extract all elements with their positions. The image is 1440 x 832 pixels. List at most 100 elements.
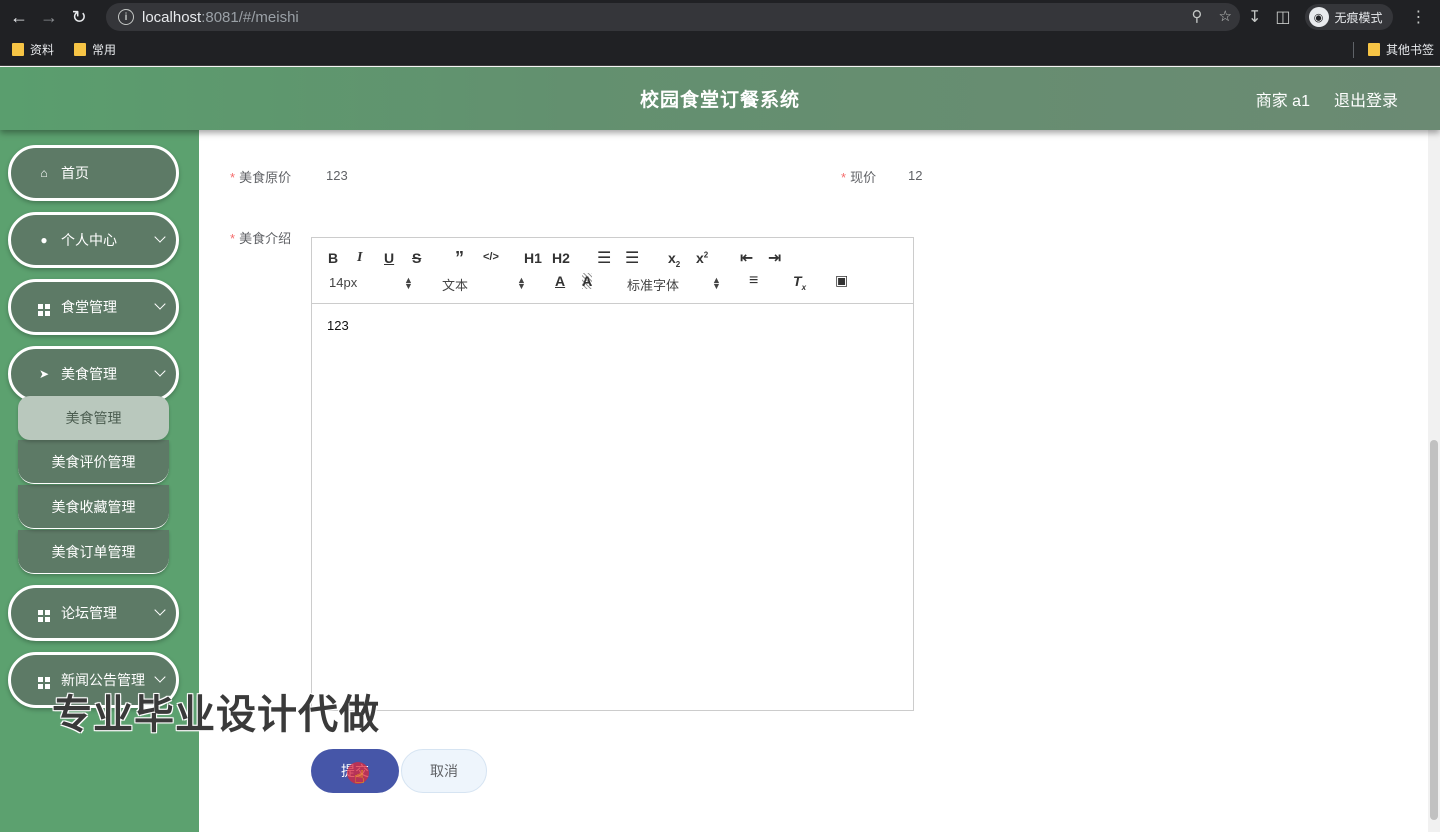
key-icon[interactable]: ⚲ <box>1192 7 1203 25</box>
download-icon[interactable]: ↧ <box>1248 7 1261 27</box>
current-price-label: * 现价 <box>841 167 876 186</box>
chevron-down-icon <box>154 671 166 683</box>
chevron-down-icon <box>154 365 166 377</box>
address-bar[interactable]: i localhost:8081/#/meishi ⚲ ☆ <box>106 3 1240 31</box>
send-icon: ➤ <box>38 367 50 381</box>
submenu-item-food-reviews[interactable]: 美食评价管理 <box>18 440 169 484</box>
bookmark-label: 资料 <box>30 43 55 57</box>
bookmark-label: 常用 <box>92 43 117 57</box>
submenu-label: 美食收藏管理 <box>51 498 136 515</box>
side-panel-icon[interactable]: ◫ <box>1275 7 1290 27</box>
user-icon: ● <box>40 233 48 247</box>
subscript-icon[interactable]: x2 <box>668 250 680 269</box>
underline-icon[interactable]: U <box>384 250 394 266</box>
grid-icon <box>37 604 51 622</box>
font-color-icon[interactable]: A <box>555 273 565 289</box>
logout-link[interactable]: 退出登录 <box>1334 87 1398 111</box>
bookmark-folder-ziliao[interactable]: 资料 <box>12 41 54 58</box>
cancel-label: 取消 <box>430 763 458 779</box>
sidebar-item-home[interactable]: ⌂ 首页 <box>8 145 179 201</box>
original-price-value: 123 <box>326 168 348 183</box>
sidebar-item-label: 首页 <box>61 165 89 181</box>
page-scrollbar[interactable] <box>1428 130 1440 832</box>
url-host: localhost <box>142 8 202 26</box>
incognito-badge[interactable]: ◉ 无痕模式 <box>1304 4 1393 30</box>
submenu-label: 美食评价管理 <box>51 453 136 470</box>
editor-toolbar: B I U S ” </> H1 H2 ☰ ☰ x2 x2 ⇤ ⇥ 14px ▲… <box>312 238 913 304</box>
outdent-icon[interactable]: ⇤ <box>740 248 753 268</box>
required-mark: * <box>230 170 236 185</box>
required-mark: * <box>841 170 847 185</box>
select-arrows-icon: ▲ ▼ <box>712 275 721 291</box>
app-title: 校园食堂订餐系统 <box>639 90 800 111</box>
image-icon[interactable]: ▣ <box>835 272 848 289</box>
submenu-label: 美食订单管理 <box>51 543 136 560</box>
select-arrows-icon: ▲ ▼ <box>517 275 526 291</box>
strikethrough-icon[interactable]: S <box>412 250 421 266</box>
clear-format-icon[interactable]: Tx <box>793 273 806 292</box>
align-icon[interactable]: ≡ <box>749 272 758 290</box>
cancel-button[interactable]: 取消 <box>401 749 487 793</box>
back-icon[interactable]: ← <box>4 2 34 32</box>
submenu-item-food-favorites[interactable]: 美食收藏管理 <box>18 485 169 529</box>
bold-icon[interactable]: B <box>328 250 338 266</box>
superscript-icon[interactable]: x2 <box>696 250 708 266</box>
scrollbar-thumb[interactable] <box>1430 440 1438 820</box>
reload-icon[interactable]: ↻ <box>64 2 94 32</box>
incognito-label: 无痕模式 <box>1334 10 1383 25</box>
italic-icon[interactable]: I <box>357 250 362 266</box>
label-text: 现价 <box>850 170 877 185</box>
heading1-icon[interactable]: H1 <box>524 250 542 266</box>
submenu-item-food-manage[interactable]: 美食管理 <box>18 396 169 440</box>
chevron-down-icon <box>154 604 166 616</box>
forward-icon[interactable]: → <box>34 2 64 32</box>
folder-icon <box>12 43 24 56</box>
submenu-item-food-orders[interactable]: 美食订单管理 <box>18 530 169 574</box>
address-url: localhost:8081/#/meishi <box>142 9 299 26</box>
background-color-icon[interactable]: A <box>582 273 593 289</box>
ordered-list-icon[interactable]: ☰ <box>597 248 611 268</box>
intro-label: * 美食介绍 <box>230 228 291 247</box>
browser-toolbar: ← → ↻ i localhost:8081/#/meishi ⚲ ☆ ↧ ◫ … <box>0 0 1440 34</box>
sidebar-item-label: 美食管理 <box>61 366 117 382</box>
paragraph-select[interactable]: 文本 <box>442 275 468 294</box>
sidebar-item-forum[interactable]: 论坛管理 <box>8 585 179 641</box>
font-family-select[interactable]: 标准字体 <box>627 275 679 294</box>
star-icon[interactable]: ☆ <box>1219 7 1232 25</box>
bookmark-folder-other[interactable]: 其他书签 <box>1367 41 1434 58</box>
bookmark-folder-changyong[interactable]: 常用 <box>74 41 116 58</box>
site-info-icon[interactable]: i <box>118 9 134 25</box>
sidebar-item-canteen[interactable]: 食堂管理 <box>8 279 179 335</box>
main-content: * 美食原价 123 * 现价 12 * 美食介绍 B I U S ” </> H1 … <box>199 130 1428 832</box>
watermark-text: 专业毕业设计代做 <box>52 693 380 737</box>
folder-icon <box>74 43 87 56</box>
blockquote-icon[interactable]: ” <box>455 248 464 269</box>
heading2-icon[interactable]: H2 <box>552 250 570 266</box>
font-size-select[interactable]: 14px <box>329 275 357 290</box>
grid-icon <box>37 298 51 316</box>
indent-icon[interactable]: ⇥ <box>768 248 781 268</box>
rich-text-editor: B I U S ” </> H1 H2 ☰ ☰ x2 x2 ⇤ ⇥ 14px ▲… <box>311 237 914 711</box>
chevron-down-icon <box>154 298 166 310</box>
code-icon[interactable]: </> <box>483 251 499 263</box>
bookmark-separator <box>1353 42 1354 58</box>
bookmarks-bar: 资料 常用 其他书签 <box>0 34 1440 66</box>
bookmark-label: 其他书签 <box>1385 43 1434 57</box>
hand-cursor-icon: ☝ <box>354 767 365 787</box>
submenu-label: 美食管理 <box>65 410 122 426</box>
editor-content[interactable]: 123 <box>312 304 913 347</box>
grid-icon <box>37 671 51 689</box>
select-arrows-icon: ▲ ▼ <box>404 275 413 291</box>
incognito-icon: ◉ <box>1308 7 1329 27</box>
browser-menu-icon[interactable]: ⋮ <box>1411 7 1427 27</box>
folder-icon <box>1367 43 1380 56</box>
home-icon: ⌂ <box>40 166 48 180</box>
sidebar-item-personal-center[interactable]: ● 个人中心 <box>8 212 179 268</box>
sidebar-item-food[interactable]: ➤ 美食管理 <box>8 346 179 402</box>
current-user: 商家 a1 <box>1255 92 1310 110</box>
app-header: 校园食堂订餐系统 商家 a1 退出登录 <box>0 67 1440 130</box>
bullet-list-icon[interactable]: ☰ <box>625 248 639 268</box>
sidebar-item-label: 食堂管理 <box>61 299 117 315</box>
original-price-label: * 美食原价 <box>230 167 291 186</box>
sidebar-item-label: 个人中心 <box>61 232 117 248</box>
